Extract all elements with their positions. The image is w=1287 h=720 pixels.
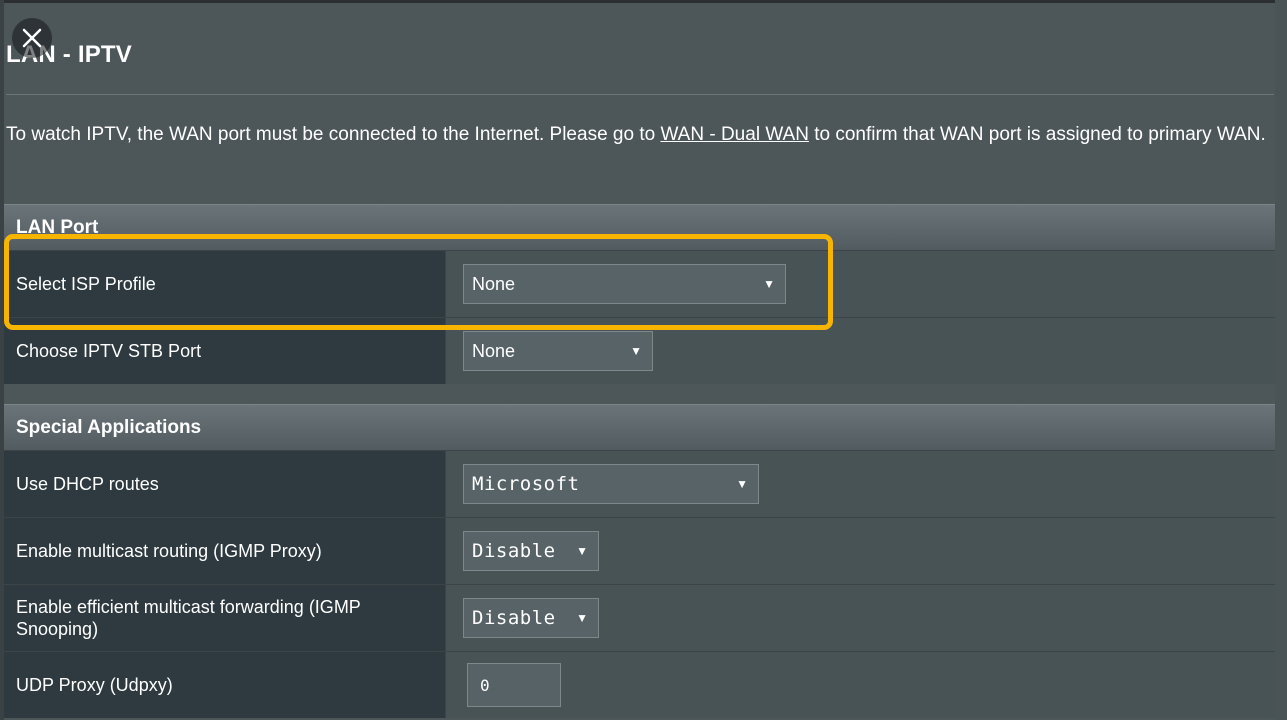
dhcp-routes-value-cell: Microsoft ▼: [445, 451, 1275, 517]
special-apps-section: Special Applications Use DHCP routes Mic…: [4, 404, 1275, 718]
title-divider: [6, 94, 1274, 95]
description-text: To watch IPTV, the WAN port must be conn…: [6, 124, 661, 145]
igmp-snooping-selected: Disable: [472, 607, 556, 629]
dhcp-routes-row: Use DHCP routes Microsoft ▼: [4, 450, 1275, 517]
igmp-snooping-value-cell: Disable ▼: [445, 585, 1275, 651]
igmp-proxy-value-cell: Disable ▼: [445, 518, 1275, 584]
caret-down-icon: ▼: [736, 477, 748, 491]
udpxy-value-cell: 0: [445, 652, 1275, 718]
igmp-proxy-label: Enable multicast routing (IGMP Proxy): [4, 518, 445, 584]
dhcp-routes-select[interactable]: Microsoft ▼: [463, 464, 759, 504]
caret-down-icon: ▼: [630, 344, 642, 358]
stb-port-value-cell: None ▼: [445, 318, 1275, 384]
igmp-snooping-label: Enable efficient multicast forwarding (I…: [4, 585, 445, 651]
isp-profile-selected: None: [472, 273, 516, 294]
igmp-snooping-row: Enable efficient multicast forwarding (I…: [4, 584, 1275, 651]
igmp-proxy-select[interactable]: Disable ▼: [463, 531, 599, 571]
isp-profile-row: Select ISP Profile None ▼: [4, 250, 1275, 317]
stb-port-selected: None: [472, 340, 516, 361]
close-icon: [22, 28, 42, 48]
special-apps-header: Special Applications: [4, 404, 1275, 450]
description-text-end: to confirm that WAN port is assigned to …: [808, 124, 1266, 145]
igmp-proxy-selected: Disable: [472, 540, 556, 562]
isp-profile-value-cell: None ▼: [445, 251, 1275, 317]
description: To watch IPTV, the WAN port must be conn…: [6, 116, 1271, 153]
isp-profile-select[interactable]: None ▼: [463, 264, 786, 304]
caret-down-icon: ▼: [763, 277, 775, 291]
stb-port-select[interactable]: None ▼: [463, 331, 653, 371]
isp-profile-label: Select ISP Profile: [4, 251, 445, 317]
stb-port-label: Choose IPTV STB Port: [4, 318, 445, 384]
lan-port-header: LAN Port: [4, 204, 1275, 250]
caret-down-icon: ▼: [576, 544, 588, 558]
right-border: [1275, 0, 1287, 720]
lan-port-section: LAN Port Select ISP Profile None ▼ Choos…: [4, 204, 1275, 384]
caret-down-icon: ▼: [576, 611, 588, 625]
igmp-proxy-row: Enable multicast routing (IGMP Proxy) Di…: [4, 517, 1275, 584]
udpxy-row: UDP Proxy (Udpxy) 0: [4, 651, 1275, 718]
close-button[interactable]: [12, 18, 52, 58]
wan-dual-wan-link[interactable]: WAN - Dual WAN: [660, 124, 808, 145]
dhcp-routes-selected: Microsoft: [472, 473, 580, 495]
udpxy-label: UDP Proxy (Udpxy): [4, 652, 445, 718]
dhcp-routes-label: Use DHCP routes: [4, 451, 445, 517]
udpxy-port-input[interactable]: 0: [467, 663, 561, 707]
igmp-snooping-select[interactable]: Disable ▼: [463, 598, 599, 638]
stb-port-row: Choose IPTV STB Port None ▼: [4, 317, 1275, 384]
top-border: [0, 0, 1287, 3]
